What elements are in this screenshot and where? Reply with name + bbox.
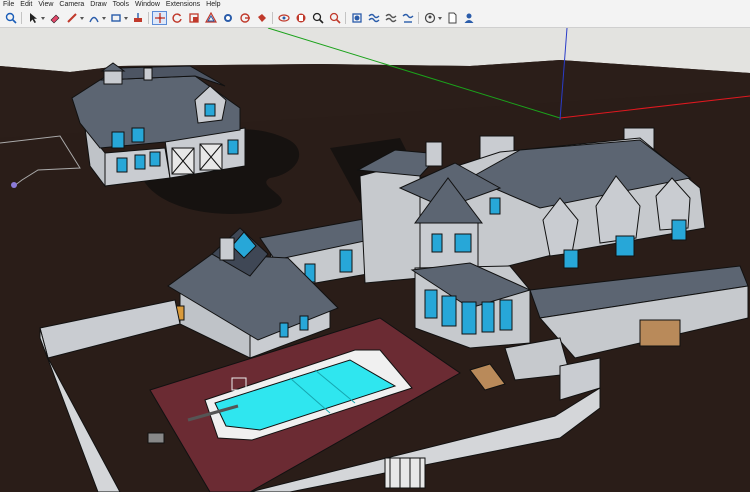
menu-edit[interactable]: Edit	[17, 0, 35, 9]
toolbar-separator	[21, 12, 22, 24]
position-camera-button[interactable]	[400, 11, 415, 25]
user-account-icon	[464, 13, 473, 23]
menu-window[interactable]: Window	[132, 0, 163, 9]
select-arrow-icon	[29, 13, 37, 23]
zoom-extents-icon	[329, 12, 341, 24]
search-button[interactable]	[3, 11, 18, 25]
document-button[interactable]	[444, 11, 459, 25]
arc-icon	[88, 16, 99, 23]
rectangle-button[interactable]	[108, 11, 123, 25]
section-plane-icon	[351, 13, 362, 23]
solid-tools-icon	[368, 13, 379, 23]
solid-tools-button[interactable]	[366, 11, 381, 25]
pan-icon	[296, 13, 305, 23]
rotate-icon	[171, 13, 182, 23]
document-icon	[448, 12, 456, 24]
toolbar-separator	[345, 12, 346, 24]
toolbar-separator	[148, 12, 149, 24]
main-toolbar	[0, 9, 750, 28]
menu-view[interactable]: View	[35, 0, 56, 9]
orbit-icon	[277, 14, 290, 22]
menu-draw[interactable]: Draw	[87, 0, 109, 9]
follow-me-icon	[223, 14, 232, 22]
menu-extensions[interactable]: Extensions	[163, 0, 203, 9]
move-button[interactable]	[152, 11, 167, 25]
pencil-line-button[interactable]	[64, 11, 79, 25]
eraser-button[interactable]	[47, 11, 62, 25]
model-viewport[interactable]	[0, 28, 750, 492]
offset-icon	[204, 12, 217, 23]
scale-icon	[188, 13, 199, 23]
sandbox-button[interactable]	[383, 11, 398, 25]
offset-button[interactable]	[203, 11, 218, 25]
scene-canvas[interactable]	[0, 28, 750, 492]
arc-button[interactable]	[86, 11, 101, 25]
eraser-icon	[50, 14, 59, 24]
path-node	[11, 182, 17, 188]
paint-bucket-button[interactable]	[254, 11, 269, 25]
walk-icon	[424, 12, 435, 24]
rectangle-icon	[110, 14, 121, 22]
toolbar-separator	[418, 12, 419, 24]
pan-button[interactable]	[293, 11, 308, 25]
dropdown-caret-icon[interactable]	[124, 17, 128, 20]
user-account-button[interactable]	[461, 11, 476, 25]
push-pull-icon	[133, 13, 142, 22]
sandbox-icon	[385, 13, 396, 23]
push-pull-button[interactable]	[130, 11, 145, 25]
dropdown-caret-icon[interactable]	[41, 17, 45, 20]
menu-camera[interactable]: Camera	[56, 0, 87, 9]
dropdown-caret-icon[interactable]	[102, 17, 106, 20]
rotate-button[interactable]	[169, 11, 184, 25]
pencil-line-icon	[66, 13, 77, 23]
menu-help[interactable]: Help	[203, 0, 223, 9]
tape-measure-button[interactable]	[237, 11, 252, 25]
zoom-extents-button[interactable]	[327, 11, 342, 25]
toolbar-separator	[272, 12, 273, 24]
menu-tools[interactable]: Tools	[110, 0, 132, 9]
search-icon	[5, 12, 17, 24]
dropdown-caret-icon[interactable]	[438, 17, 442, 20]
zoom-button[interactable]	[310, 11, 325, 25]
dropdown-caret-icon[interactable]	[80, 17, 84, 20]
follow-me-button[interactable]	[220, 11, 235, 25]
position-camera-icon	[402, 13, 413, 23]
menu-bar: File Edit View Camera Draw Tools Window …	[0, 0, 750, 9]
zoom-icon	[312, 12, 324, 24]
paint-bucket-icon	[257, 14, 266, 22]
orbit-button[interactable]	[276, 11, 291, 25]
walk-button[interactable]	[422, 11, 437, 25]
select-arrow-button[interactable]	[25, 11, 40, 25]
sketchup-window: File Edit View Camera Draw Tools Window …	[0, 0, 750, 492]
menu-file[interactable]: File	[0, 0, 17, 9]
move-icon	[154, 13, 165, 23]
section-plane-button[interactable]	[349, 11, 364, 25]
tape-measure-icon	[239, 13, 250, 23]
scale-button[interactable]	[186, 11, 201, 25]
